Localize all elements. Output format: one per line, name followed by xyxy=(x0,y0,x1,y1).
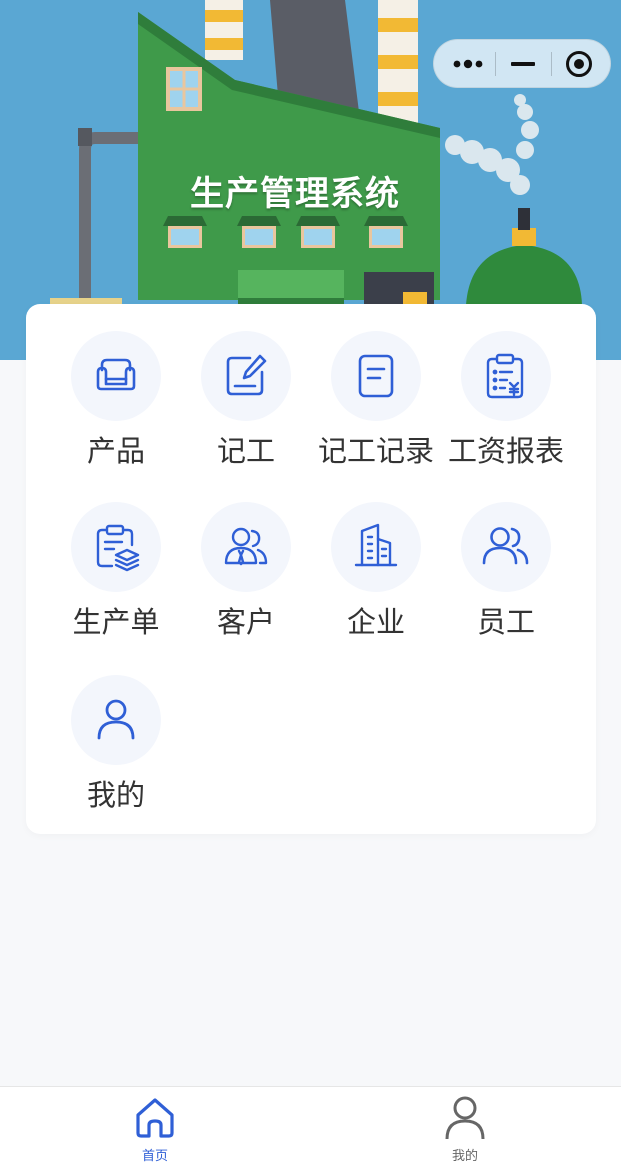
menu-label: 企业 xyxy=(346,605,405,639)
production-order-icon xyxy=(96,524,140,572)
icon-background xyxy=(201,502,291,592)
menu-item-salary-report[interactable]: 工资报表 xyxy=(441,331,571,481)
menu-item-record-work[interactable]: 记工 xyxy=(181,331,311,481)
icon-background xyxy=(331,502,421,592)
edit-note-icon xyxy=(226,354,267,396)
icon-background xyxy=(71,502,161,592)
app-title: 生产管理系统 xyxy=(190,174,400,214)
salary-report-icon xyxy=(486,353,524,399)
menu-item-enterprise[interactable]: 企业 xyxy=(311,502,441,652)
tab-label: 我的 xyxy=(451,1149,478,1164)
menu-label: 记工记录 xyxy=(317,434,434,468)
customers-icon xyxy=(224,527,268,566)
home-icon xyxy=(136,1098,174,1138)
menu-label: 我的 xyxy=(86,778,145,812)
building-icon xyxy=(354,523,398,567)
menu-item-work-records[interactable]: 记工记录 xyxy=(311,331,441,481)
menu-label: 工资报表 xyxy=(447,434,564,468)
minimize-icon xyxy=(511,61,535,66)
icon-background xyxy=(331,331,421,421)
menu-card: 产品 记工 记工记录 工资报表 生产单 客户 企业 员工 我的 xyxy=(26,304,596,834)
menu-item-mine[interactable]: 我的 xyxy=(51,675,181,825)
user-icon xyxy=(97,699,135,740)
more-dots-icon xyxy=(453,59,483,68)
icon-background xyxy=(71,675,161,765)
menu-label: 生产单 xyxy=(72,605,160,639)
menu-label: 记工 xyxy=(216,434,275,468)
menu-item-products[interactable]: 产品 xyxy=(51,331,181,481)
tab-label: 首页 xyxy=(141,1149,168,1164)
staff-icon xyxy=(482,527,529,565)
tab-mine[interactable]: 我的 xyxy=(405,1087,525,1171)
menu-item-production-order[interactable]: 生产单 xyxy=(51,502,181,652)
menu-item-customers[interactable]: 客户 xyxy=(181,502,311,652)
icon-background xyxy=(461,331,551,421)
tab-home[interactable]: 首页 xyxy=(95,1087,215,1171)
menu-label: 产品 xyxy=(86,434,145,468)
close-target-icon xyxy=(566,50,592,77)
icon-background xyxy=(461,502,551,592)
icon-background xyxy=(201,331,291,421)
document-icon xyxy=(358,354,394,398)
more-button[interactable] xyxy=(439,40,497,87)
miniprogram-capsule xyxy=(433,39,611,88)
menu-label: 员工 xyxy=(476,605,535,639)
close-button[interactable] xyxy=(550,40,608,87)
icon-background xyxy=(71,331,161,421)
sofa-icon xyxy=(96,358,136,391)
menu-label: 客户 xyxy=(216,605,275,639)
menu-item-staff[interactable]: 员工 xyxy=(441,502,571,652)
minimize-button[interactable] xyxy=(494,40,552,87)
bottom-tab-bar: 首页 我的 xyxy=(0,1086,621,1171)
profile-icon xyxy=(445,1096,485,1139)
